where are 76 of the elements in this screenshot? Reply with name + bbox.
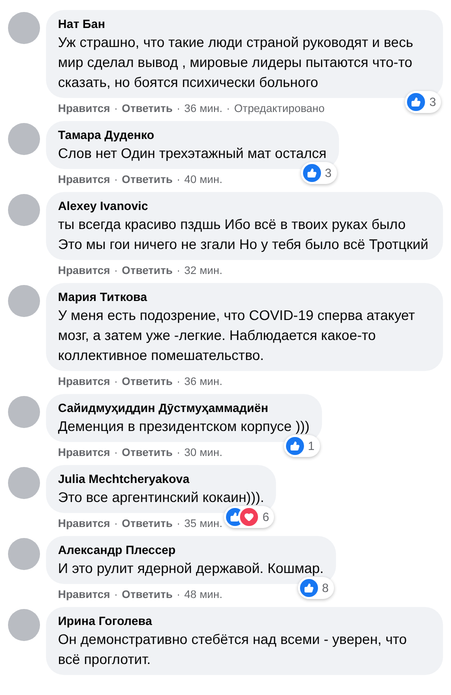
reaction-badge[interactable]: 6 bbox=[224, 506, 274, 528]
comment-time[interactable]: 36 мин. bbox=[184, 374, 222, 390]
action-link[interactable]: Нравится bbox=[58, 445, 110, 461]
edited-label: Отредактировано bbox=[234, 102, 325, 117]
like-reaction-icon bbox=[300, 579, 318, 597]
action-link[interactable]: Ответить bbox=[122, 101, 173, 117]
separator-dot: · bbox=[176, 375, 182, 390]
separator-dot: · bbox=[113, 264, 119, 279]
avatar[interactable] bbox=[8, 538, 40, 570]
action-link[interactable]: Ответить bbox=[122, 374, 173, 390]
like-reaction-icon bbox=[407, 93, 426, 111]
reaction-badge[interactable]: 3 bbox=[300, 162, 337, 184]
author-name[interactable]: Ирина Гоголева bbox=[58, 613, 431, 629]
comment-text: Он демонстративно стебётся над всеми - уверен, что всё проглотит. bbox=[58, 630, 408, 669]
comment-text: Уж страшно, что такие люди страной руководят и весь мир сделал вывод , мировые лидеры пытаются что-то сказать, но боятся психически больного bbox=[58, 33, 414, 92]
action-link[interactable]: Ответить bbox=[122, 172, 173, 188]
reaction-count: 1 bbox=[308, 438, 315, 454]
reaction-badge[interactable]: 8 bbox=[298, 577, 334, 599]
action-link[interactable]: Ответить bbox=[122, 587, 173, 603]
separator-dot: · bbox=[113, 517, 119, 532]
author-name[interactable]: Сайидмуҳиддин Дӯстмуҳаммадиён bbox=[58, 400, 310, 416]
reaction-badge[interactable]: 1 bbox=[284, 435, 320, 457]
avatar[interactable] bbox=[8, 123, 40, 155]
comment-text: Это все аргентинский кокаин))). bbox=[58, 488, 264, 507]
separator-dot: · bbox=[176, 517, 182, 532]
like-reaction-icon bbox=[302, 164, 321, 182]
avatar[interactable] bbox=[8, 194, 40, 226]
reaction-count: 3 bbox=[324, 165, 332, 181]
separator-dot: · bbox=[113, 173, 119, 188]
author-name[interactable]: Alexey Ivanovic bbox=[58, 198, 431, 214]
action-link[interactable]: Нравится bbox=[58, 263, 110, 279]
comment-time[interactable]: 48 мин. bbox=[184, 587, 222, 603]
separator-dot: · bbox=[176, 446, 182, 461]
action-link[interactable]: Нравится bbox=[58, 172, 110, 188]
avatar[interactable] bbox=[8, 467, 40, 499]
comment-text: ты всегда красиво пздшь Ибо всё в твоих руках было Это мы гои ничего не згали Но у тебя было всё Тротцкий bbox=[58, 215, 430, 254]
comment-text: И это рулит ядерной державой. Кошмар. bbox=[58, 559, 324, 578]
comment-time[interactable]: 36 мин. bbox=[184, 101, 222, 117]
avatar[interactable] bbox=[8, 396, 40, 428]
action-link[interactable]: Нравится bbox=[58, 516, 110, 532]
like-reaction-icon bbox=[286, 437, 304, 455]
avatar[interactable] bbox=[8, 12, 40, 44]
separator-dot: · bbox=[113, 446, 119, 461]
separator-dot: · bbox=[176, 173, 182, 188]
reaction-count: 6 bbox=[262, 509, 270, 525]
separator-dot: · bbox=[176, 264, 182, 279]
comment-time[interactable]: 30 мин. bbox=[184, 445, 222, 461]
author-name[interactable]: Тамара Дуденко bbox=[58, 127, 327, 143]
comment-text: Деменция в президентском корпусе ))) bbox=[58, 417, 310, 436]
separator-dot: · bbox=[225, 102, 232, 117]
separator-dot: · bbox=[113, 102, 119, 117]
separator-dot: · bbox=[113, 375, 119, 390]
avatar[interactable] bbox=[8, 285, 40, 317]
action-link[interactable]: Нравится bbox=[58, 374, 110, 390]
action-link[interactable]: Нравится bbox=[58, 101, 110, 117]
action-link[interactable]: Ответить bbox=[122, 516, 173, 532]
comment-text: Слов нет Один трехэтажный мат остался bbox=[58, 144, 327, 163]
comment-time[interactable]: 40 мин. bbox=[184, 172, 222, 188]
action-link[interactable]: Ответить bbox=[122, 263, 173, 279]
reaction-badge[interactable]: 3 bbox=[405, 91, 441, 113]
separator-dot: · bbox=[113, 588, 119, 603]
heart-reaction-icon bbox=[240, 508, 258, 526]
author-name[interactable]: Александр Плессер bbox=[58, 542, 324, 558]
author-name[interactable]: Мария Титкова bbox=[58, 289, 431, 305]
author-name[interactable]: Нат Бан bbox=[58, 16, 431, 32]
comment-time[interactable]: 35 мин. bbox=[184, 516, 222, 532]
author-name[interactable]: Julia Mechtcheryakova bbox=[58, 471, 264, 487]
action-link[interactable]: Ответить bbox=[122, 445, 173, 461]
comment-time[interactable]: 32 мин. bbox=[184, 263, 222, 279]
separator-dot: · bbox=[176, 588, 182, 603]
separator-dot: · bbox=[176, 102, 182, 117]
avatar[interactable] bbox=[8, 609, 40, 641]
comment-text: У меня есть подозрение, что COVID-19 сперва атакует мозг, а затем уже -легкие. Наблюдается какое-то коллективное помешательство. bbox=[58, 306, 416, 365]
reaction-count: 8 bbox=[322, 580, 329, 596]
reaction-count: 3 bbox=[429, 94, 436, 110]
action-link[interactable]: Нравится bbox=[58, 587, 110, 603]
